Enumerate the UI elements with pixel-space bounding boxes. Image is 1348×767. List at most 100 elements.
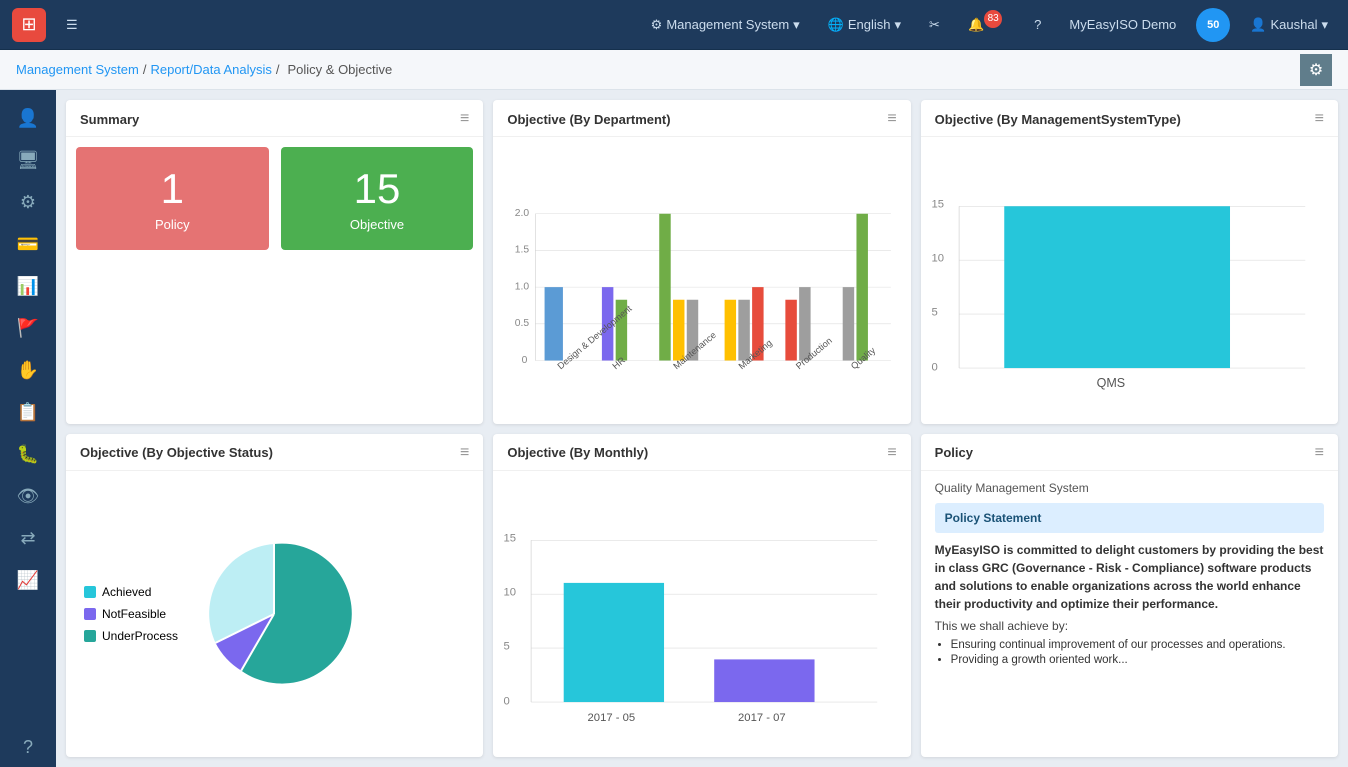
policy-statement-label: Policy Statement xyxy=(945,511,1042,525)
demo-name: MyEasyISO Demo xyxy=(1061,13,1184,36)
policy-title: Policy xyxy=(935,445,973,460)
help-icon[interactable]: ? xyxy=(1026,13,1049,36)
svg-text:2.0: 2.0 xyxy=(515,208,530,219)
objective-monthly-menu[interactable]: ≡ xyxy=(887,444,896,462)
pie-legend: Achieved NotFeasible UnderProcess xyxy=(84,585,178,643)
achieved-label: Achieved xyxy=(102,585,151,599)
policy-list-item-1: Ensuring continual improvement of our pr… xyxy=(951,639,1324,651)
objective-mgt-card: Objective (By ManagementSystemType) ≡ 0 … xyxy=(921,100,1338,424)
sidebar-item-clipboard[interactable]: 📋 xyxy=(6,392,50,432)
objective-mgt-body: 0 5 10 15 QMS xyxy=(921,137,1338,424)
objective-status-header: Objective (By Objective Status) ≡ xyxy=(66,434,483,471)
tools-icon[interactable]: ✂ xyxy=(921,13,948,37)
objective-dept-header: Objective (By Department) ≡ xyxy=(493,100,910,137)
notifications[interactable]: 🔔 83 xyxy=(960,12,1014,38)
logo: 50 xyxy=(1196,8,1230,42)
policy-body: Quality Management System Policy Stateme… xyxy=(921,471,1338,758)
objective-dept-card: Objective (By Department) ≡ 0 0.5 1.0 1.… xyxy=(493,100,910,424)
breadcrumb-report[interactable]: Report/Data Analysis xyxy=(150,62,271,77)
svg-text:QMS: QMS xyxy=(1096,376,1125,390)
summary-header: Summary ≡ xyxy=(66,100,483,137)
management-system-menu[interactable]: ⚙ Management System ▾ xyxy=(643,13,808,37)
objective-monthly-title: Objective (By Monthly) xyxy=(507,445,648,460)
svg-text:2017 - 07: 2017 - 07 xyxy=(738,711,786,723)
monthly-bar-chart: 0 5 10 15 2017 - 05 2017 - 07 xyxy=(501,475,902,754)
svg-text:1.5: 1.5 xyxy=(515,245,530,256)
summary-title: Summary xyxy=(80,112,139,127)
summary-card: Summary ≡ 1 Policy 15 Objective xyxy=(66,100,483,424)
topnav: ⊞ ☰ ⚙ Management System ▾ 🌐 English ▾ ✂ … xyxy=(0,0,1348,50)
pie-chart-svg xyxy=(194,534,354,694)
policy-list-item-2: Providing a growth oriented work... xyxy=(951,654,1324,666)
notfeasible-label: NotFeasible xyxy=(102,607,166,621)
policy-card: Policy ≡ Quality Management System Polic… xyxy=(921,434,1338,758)
svg-text:0: 0 xyxy=(522,355,528,366)
summary-menu-icon[interactable]: ≡ xyxy=(460,110,469,128)
svg-text:15: 15 xyxy=(504,532,517,544)
brand: ⊞ xyxy=(12,8,46,42)
underprocess-label: UnderProcess xyxy=(102,629,178,643)
sidebar-item-transfer[interactable]: ⇄ xyxy=(6,518,50,558)
main-layout: 👤 🖥 ⚙ 💳 📊 🚩 ✋ 📋 🐛 👁 ⇄ 📈 ? Summary ≡ 1 Po… xyxy=(0,90,1348,767)
breadcrumb-management[interactable]: Management System xyxy=(16,62,139,77)
policy-header: Policy ≡ xyxy=(921,434,1338,471)
sidebar: 👤 🖥 ⚙ 💳 📊 🚩 ✋ 📋 🐛 👁 ⇄ 📈 ? xyxy=(0,90,56,767)
sidebar-item-hand[interactable]: ✋ xyxy=(6,350,50,390)
achieved-dot xyxy=(84,586,96,598)
policy-subtext: This we shall achieve by: xyxy=(935,619,1324,633)
objective-mgt-header: Objective (By ManagementSystemType) ≡ xyxy=(921,100,1338,137)
sidebar-item-card[interactable]: 💳 xyxy=(6,224,50,264)
sidebar-item-help[interactable]: ? xyxy=(6,727,50,767)
sidebar-item-chart[interactable]: 📊 xyxy=(6,266,50,306)
sidebar-item-flag[interactable]: 🚩 xyxy=(6,308,50,348)
underprocess-dot xyxy=(84,630,96,642)
legend-achieved: Achieved xyxy=(84,585,178,599)
svg-text:0: 0 xyxy=(504,695,510,707)
objective-dept-body: 0 0.5 1.0 1.5 2.0 xyxy=(493,137,910,424)
objective-status-title: Objective (By Objective Status) xyxy=(80,445,273,460)
svg-text:1.0: 1.0 xyxy=(515,281,530,292)
language-menu[interactable]: 🌐 English ▾ xyxy=(820,13,909,37)
sidebar-item-monitor[interactable]: 🖥 xyxy=(6,140,50,180)
objective-monthly-header: Objective (By Monthly) ≡ xyxy=(493,434,910,471)
mgt-bar-chart: 0 5 10 15 QMS xyxy=(929,141,1330,420)
objective-mgt-title: Objective (By ManagementSystemType) xyxy=(935,112,1181,127)
content-grid: Summary ≡ 1 Policy 15 Objective Objectiv… xyxy=(56,90,1348,767)
sidebar-item-user[interactable]: 👤 xyxy=(6,98,50,138)
svg-text:10: 10 xyxy=(504,586,517,598)
objective-status-body: Achieved NotFeasible UnderProcess xyxy=(66,471,483,758)
sidebar-item-bug[interactable]: 🐛 xyxy=(6,434,50,474)
pie-area: Achieved NotFeasible UnderProcess xyxy=(76,526,473,702)
policy-section: Quality Management System xyxy=(935,481,1324,495)
policy-main-text: MyEasyISO is committed to delight custom… xyxy=(935,541,1324,613)
svg-text:0.5: 0.5 xyxy=(515,318,530,329)
legend-notfeasible: NotFeasible xyxy=(84,607,178,621)
nav-menu-icon[interactable]: ☰ xyxy=(58,13,86,37)
legend-underprocess: UnderProcess xyxy=(84,629,178,643)
objective-status-menu[interactable]: ≡ xyxy=(460,444,469,462)
policy-menu[interactable]: ≡ xyxy=(1315,444,1324,462)
objective-monthly-card: Objective (By Monthly) ≡ 0 5 10 15 xyxy=(493,434,910,758)
sidebar-item-trend[interactable]: 📈 xyxy=(6,560,50,600)
svg-text:5: 5 xyxy=(931,306,937,318)
summary-boxes: 1 Policy 15 Objective xyxy=(66,137,483,260)
user-menu[interactable]: 👤 Kaushal ▾ xyxy=(1242,13,1336,37)
objective-mgt-menu[interactable]: ≡ xyxy=(1315,110,1324,128)
objective-box: 15 Objective xyxy=(281,147,474,250)
svg-text:15: 15 xyxy=(931,199,944,211)
breadcrumb: Management System / Report/Data Analysis… xyxy=(0,50,1348,90)
sidebar-item-network[interactable]: ⚙ xyxy=(6,182,50,222)
objective-dept-menu[interactable]: ≡ xyxy=(887,110,896,128)
sidebar-item-eye[interactable]: 👁 xyxy=(6,476,50,516)
policy-statement-box: Policy Statement xyxy=(935,503,1324,533)
settings-button[interactable]: ⚙ xyxy=(1300,54,1332,86)
objective-status-card: Objective (By Objective Status) ≡ Achiev… xyxy=(66,434,483,758)
policy-box: 1 Policy xyxy=(76,147,269,250)
brand-icon[interactable]: ⊞ xyxy=(12,8,46,42)
svg-text:2017 - 05: 2017 - 05 xyxy=(588,711,636,723)
notfeasible-dot xyxy=(84,608,96,620)
policy-list: Ensuring continual improvement of our pr… xyxy=(951,639,1324,666)
breadcrumb-current: Policy & Objective xyxy=(288,62,393,77)
svg-text:5: 5 xyxy=(504,640,510,652)
svg-text:10: 10 xyxy=(931,252,944,264)
